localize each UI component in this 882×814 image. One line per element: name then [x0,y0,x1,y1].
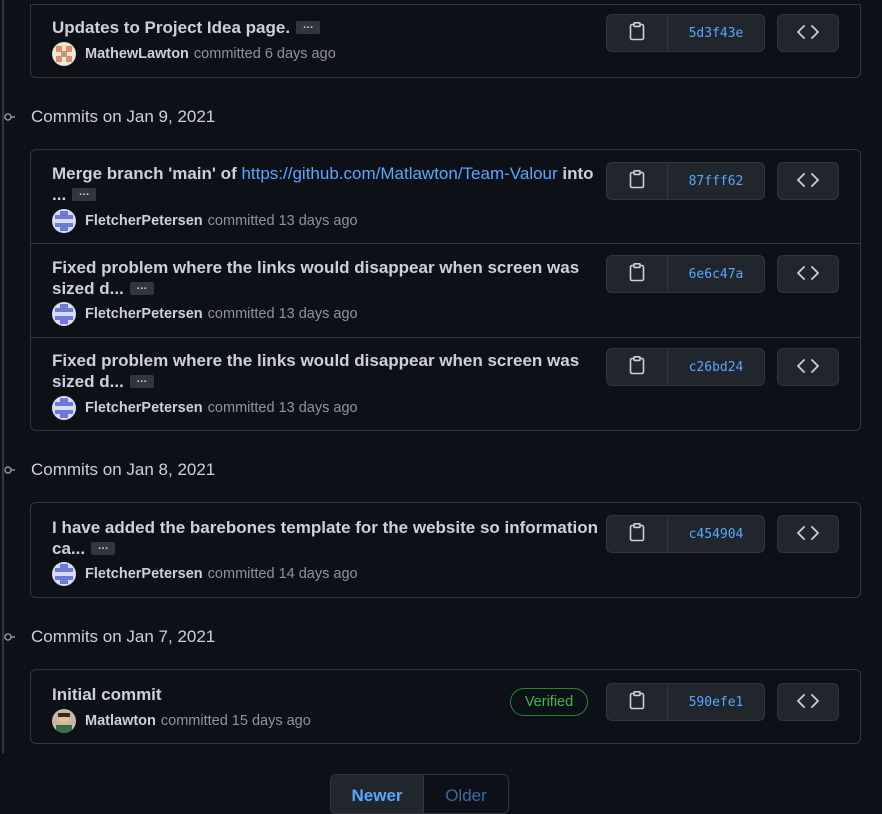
clipboard-icon [629,262,645,285]
copy-sha-button[interactable] [607,256,668,292]
commit-action: committed [207,306,275,322]
commit-time: 13 days ago [278,213,358,229]
sha-button-group: 6e6c47a [606,255,765,293]
commit-message[interactable]: Fixed problem where the links would disa… [52,257,600,299]
commit-author-link[interactable]: FletcherPetersen [85,400,203,416]
clipboard-icon [629,21,645,44]
commit-group-date: Commits on Jan 7, 2021 [31,627,216,646]
git-commit-icon [0,632,16,642]
commit-time: 14 days ago [278,566,358,582]
commit-author-link[interactable]: Matlawton [85,713,156,729]
older-button[interactable]: Older [424,775,508,813]
commit-time: 13 days ago [278,306,358,322]
commit-message[interactable]: Updates to Project Idea page.… [52,17,600,38]
code-icon [797,358,819,376]
browse-repo-button[interactable] [777,515,839,553]
commit-meta: Matlawton committed 15 days ago [52,709,311,733]
commit-action: committed [160,713,228,729]
commit-author-link[interactable]: MathewLawton [85,46,189,62]
commit-time: 6 days ago [264,46,336,62]
commit-action: committed [207,213,275,229]
clipboard-icon [629,170,645,192]
avatar[interactable] [52,562,76,586]
avatar[interactable] [52,396,76,420]
verified-badge[interactable]: Verified [510,688,588,716]
commit-author-link[interactable]: FletcherPetersen [85,566,203,582]
expand-message-button[interactable]: … [296,20,321,35]
row-divider [31,243,860,244]
copy-sha-button[interactable] [607,15,668,51]
code-icon [797,24,819,42]
expand-message-button[interactable]: … [91,541,116,556]
avatar[interactable] [52,42,76,66]
commit-group-box: Merge branch 'main' of https://github.co… [30,149,861,431]
commit-group-box: Initial commit Matlawton committed 15 da… [30,669,861,744]
commit-author-link[interactable]: FletcherPetersen [85,306,203,322]
row-divider [31,337,860,338]
row-divider [31,4,860,5]
commit-sha-link[interactable]: 5d3f43e [668,15,764,51]
browse-repo-button[interactable] [777,162,839,200]
commit-meta: FletcherPetersen committed 13 days ago [52,396,358,420]
commit-group-box: I have added the barebones template for … [30,502,861,598]
avatar[interactable] [52,709,76,733]
copy-sha-button[interactable] [607,516,668,552]
browse-repo-button[interactable] [777,14,839,52]
code-icon [797,265,819,283]
browse-repo-button[interactable] [777,255,839,293]
commit-message[interactable]: I have added the barebones template for … [52,517,600,559]
commit-meta: MathewLawton committed 6 days ago [52,42,336,66]
commit-action: committed [207,400,275,416]
code-icon [797,693,819,711]
sha-button-group: c26bd24 [606,348,765,386]
commit-action: committed [193,46,261,62]
clipboard-icon [629,522,645,545]
commit-group-date: Commits on Jan 8, 2021 [31,460,216,479]
newer-button[interactable]: Newer [331,775,424,813]
clipboard-icon [629,355,645,378]
commit-time: 15 days ago [231,713,311,729]
expand-message-button[interactable]: … [129,374,154,389]
sha-button-group: c454904 [606,515,765,553]
git-commit-icon [0,465,16,475]
browse-repo-button[interactable] [777,348,839,386]
copy-sha-button[interactable] [607,684,668,720]
sha-button-group: 5d3f43e [606,14,765,52]
expand-message-button[interactable]: … [129,281,154,296]
commit-message[interactable]: Fixed problem where the links would disa… [52,350,600,392]
git-commit-icon [0,112,16,122]
sha-button-group: 590efe1 [606,683,765,721]
commit-sha-link[interactable]: 590efe1 [668,684,764,720]
commit-sha-link[interactable]: c454904 [668,516,764,552]
commit-meta: FletcherPetersen committed 14 days ago [52,562,358,586]
commit-group-date: Commits on Jan 9, 2021 [31,107,216,126]
avatar[interactable] [52,302,76,326]
commit-group-box: Updates to Project Idea page.… MathewLaw… [30,4,861,78]
clipboard-icon [629,690,645,713]
commit-sha-link[interactable]: c26bd24 [668,349,764,385]
code-icon [797,172,819,190]
commit-author-link[interactable]: FletcherPetersen [85,213,203,229]
commit-sha-link[interactable]: 87fff62 [668,163,764,199]
copy-sha-button[interactable] [607,163,668,199]
expand-message-button[interactable]: … [72,187,97,202]
commit-action: committed [207,566,275,582]
code-icon [797,525,819,543]
browse-repo-button[interactable] [777,683,839,721]
commit-meta: FletcherPetersen committed 13 days ago [52,302,358,326]
avatar[interactable] [52,209,76,233]
commit-message-link[interactable]: https://github.com/Matlawton/Team-Valour [241,164,557,183]
pagination: Newer Older [330,774,509,814]
copy-sha-button[interactable] [607,349,668,385]
commit-sha-link[interactable]: 6e6c47a [668,256,764,292]
commit-meta: FletcherPetersen committed 13 days ago [52,209,358,233]
sha-button-group: 87fff62 [606,162,765,200]
commit-message[interactable]: Merge branch 'main' of https://github.co… [52,163,600,205]
commit-time: 13 days ago [278,400,358,416]
